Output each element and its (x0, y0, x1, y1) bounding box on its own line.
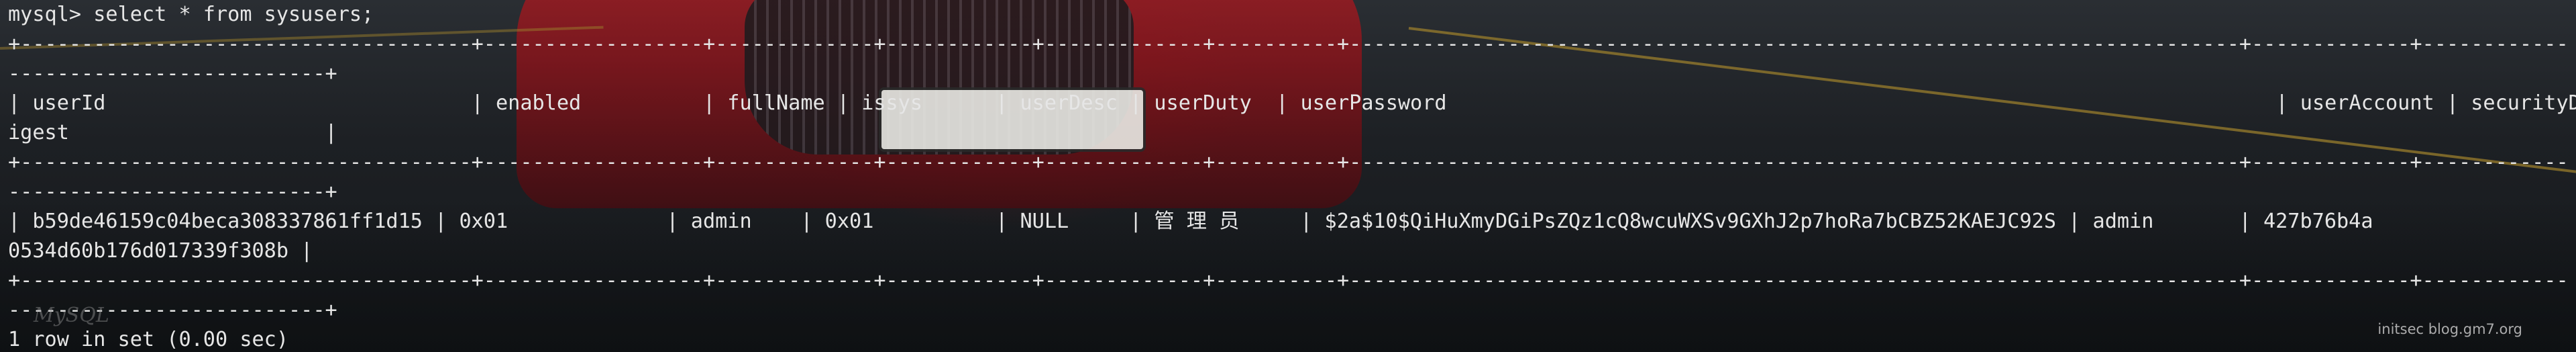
command-line: mysql> select * from sysusers; (8, 3, 374, 26)
table-border-wrap: --------------------------+ (8, 62, 337, 85)
table-border: +-------------------------------------+-… (8, 269, 2569, 292)
mysql-logo-watermark: MySQL (34, 304, 109, 327)
terminal-output: mysql> select * from sysusers; +---------… (8, 0, 2576, 352)
table-border-wrap: --------------------------+ (8, 298, 337, 322)
table-header-row-wrap: igest | (8, 121, 337, 144)
table-border: +-------------------------------------+-… (8, 32, 2569, 56)
table-header-row: | userId | enabled | fullName | issys | … (8, 91, 2576, 115)
table-row: | b59de46159c04beca308337861ff1d15 | 0x0… (8, 210, 2373, 233)
result-summary: 1 row in set (0.00 sec) (8, 328, 289, 351)
table-row-wrap: 0534d60b176d017339f308b | (8, 239, 313, 263)
table-border: +-------------------------------------+-… (8, 150, 2569, 174)
table-border-wrap: --------------------------+ (8, 180, 337, 204)
terminal-window[interactable]: mysql> select * from sysusers; +---------… (0, 0, 2576, 352)
site-watermark: initsec blog.gm7.org (2377, 321, 2522, 337)
